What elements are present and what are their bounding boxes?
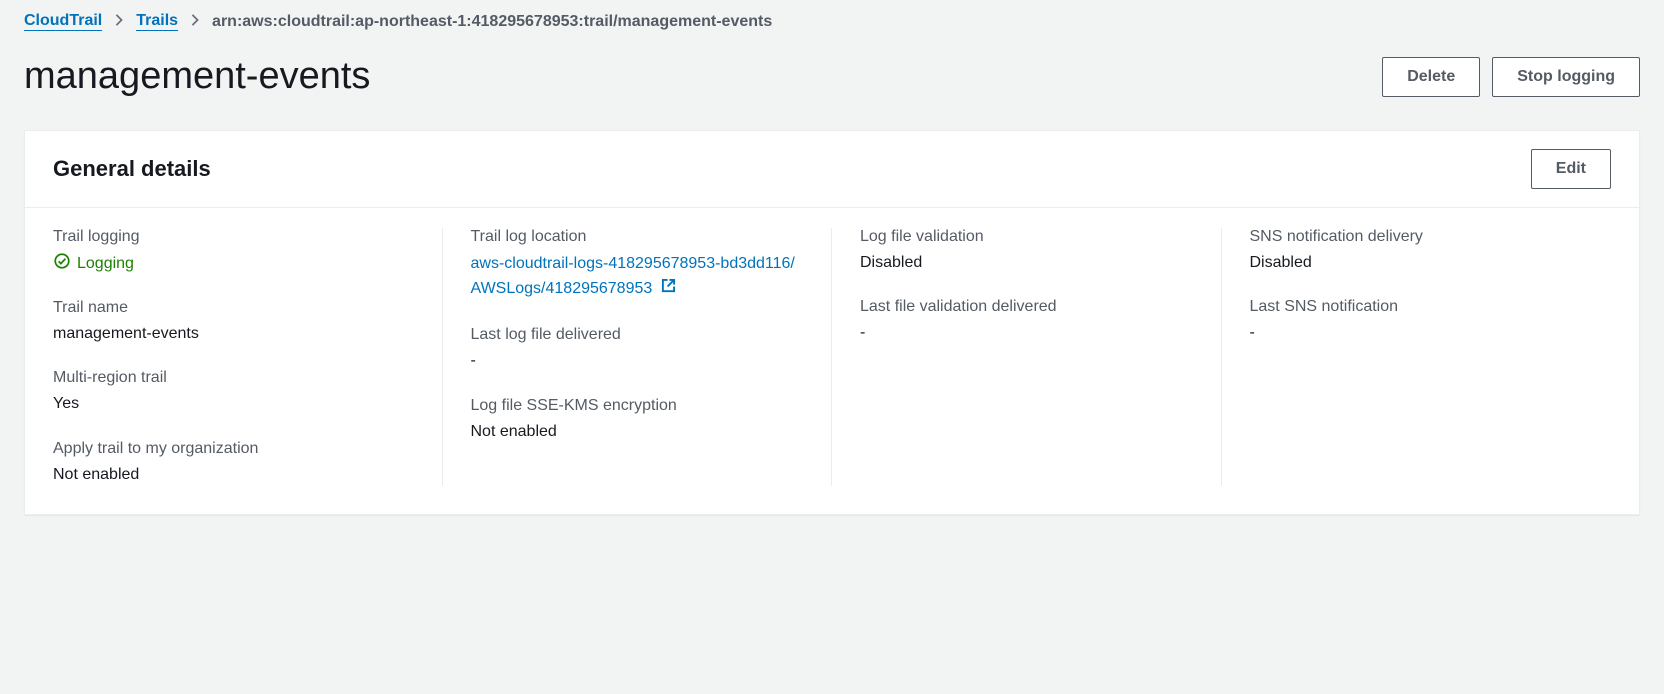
card-title: General details	[53, 156, 211, 182]
trail-name-label: Trail name	[53, 299, 414, 317]
details-col-1: Trail logging Logging Trail name managem…	[53, 228, 443, 486]
breadcrumb-current: arn:aws:cloudtrail:ap-northeast-1:418295…	[212, 13, 772, 31]
delete-button[interactable]: Delete	[1382, 57, 1480, 97]
trail-logging-label: Trail logging	[53, 228, 414, 246]
multi-region-value: Yes	[53, 393, 414, 415]
details-col-4: SNS notification delivery Disabled Last …	[1222, 228, 1612, 486]
sns-notification-label: SNS notification delivery	[1250, 228, 1612, 246]
details-col-2: Trail log location aws-cloudtrail-logs-4…	[443, 228, 833, 486]
chevron-right-icon	[190, 13, 200, 31]
apply-org-label: Apply trail to my organization	[53, 440, 414, 458]
apply-org-value: Not enabled	[53, 464, 414, 486]
log-location-value: aws-cloudtrail-logs-418295678953-bd3dd11…	[471, 255, 795, 297]
chevron-right-icon	[114, 13, 124, 31]
last-validation-delivered-label: Last file validation delivered	[860, 298, 1193, 316]
stop-logging-button[interactable]: Stop logging	[1492, 57, 1640, 97]
page-title: management-events	[24, 55, 370, 98]
last-log-delivered-label: Last log file delivered	[471, 326, 804, 344]
status-badge: Logging	[53, 252, 134, 275]
last-sns-label: Last SNS notification	[1250, 298, 1612, 316]
sse-kms-label: Log file SSE-KMS encryption	[471, 397, 804, 415]
last-sns-value: -	[1250, 322, 1612, 344]
last-validation-delivered-value: -	[860, 322, 1193, 344]
last-log-delivered-value: -	[471, 350, 804, 372]
log-file-validation-value: Disabled	[860, 252, 1193, 274]
sns-notification-value: Disabled	[1250, 252, 1612, 274]
edit-button[interactable]: Edit	[1531, 149, 1611, 189]
details-col-3: Log file validation Disabled Last file v…	[832, 228, 1222, 486]
general-details-card: General details Edit Trail logging Loggi…	[24, 130, 1640, 515]
sse-kms-value: Not enabled	[471, 421, 804, 443]
log-location-link[interactable]: aws-cloudtrail-logs-418295678953-bd3dd11…	[471, 255, 795, 297]
log-file-validation-label: Log file validation	[860, 228, 1193, 246]
external-link-icon	[661, 277, 676, 302]
trail-logging-status: Logging	[77, 255, 134, 273]
breadcrumb-cloudtrail-link[interactable]: CloudTrail	[24, 12, 102, 31]
log-location-label: Trail log location	[471, 228, 804, 246]
multi-region-label: Multi-region trail	[53, 369, 414, 387]
breadcrumb: CloudTrail Trails arn:aws:cloudtrail:ap-…	[24, 12, 1640, 31]
check-circle-icon	[53, 252, 71, 275]
breadcrumb-trails-link[interactable]: Trails	[136, 12, 178, 31]
trail-name-value: management-events	[53, 323, 414, 345]
